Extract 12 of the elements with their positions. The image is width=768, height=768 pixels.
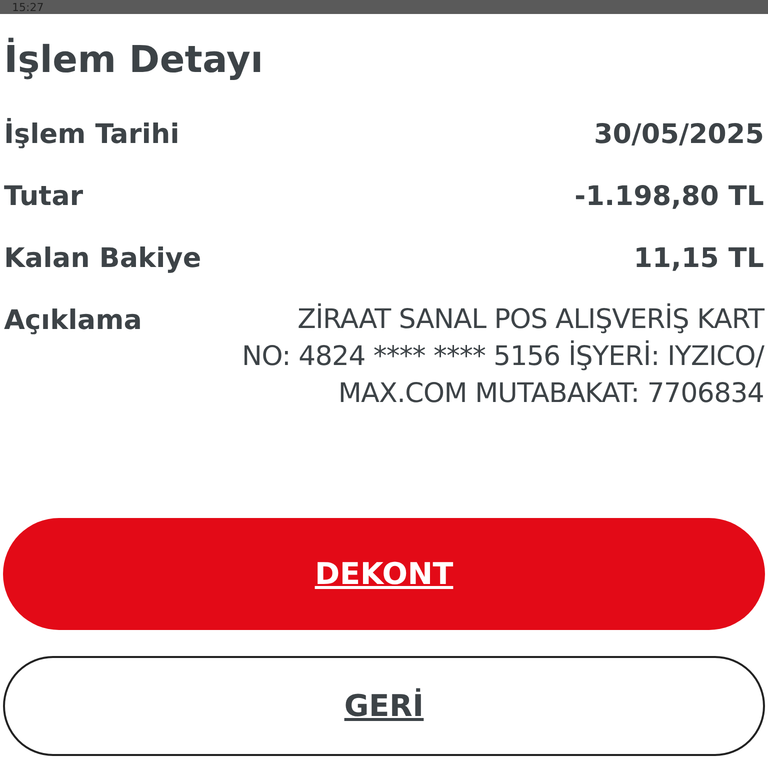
- detail-label: Kalan Bakiye: [4, 243, 202, 274]
- description-text: ZİRAAT SANAL POS ALIŞVERİŞ KART NO: 4824 **** **** 5156 İŞYERİ: IYZICO/ MAX.COM MUTABAKAT: 7706834: [242, 302, 764, 411]
- page-title: İşlem Detayı: [4, 38, 264, 81]
- status-time: 15:27: [12, 2, 44, 14]
- receipt-button[interactable]: DEKONT: [3, 518, 765, 630]
- detail-label: Açıklama: [4, 305, 142, 336]
- back-button[interactable]: GERİ: [3, 656, 765, 756]
- detail-label: İşlem Tarihi: [4, 119, 180, 150]
- detail-value: -1.198,80 TL: [574, 181, 764, 212]
- detail-value: 11,15 TL: [634, 243, 764, 274]
- detail-value: 30/05/2025: [594, 119, 764, 150]
- detail-label: Tutar: [4, 181, 84, 212]
